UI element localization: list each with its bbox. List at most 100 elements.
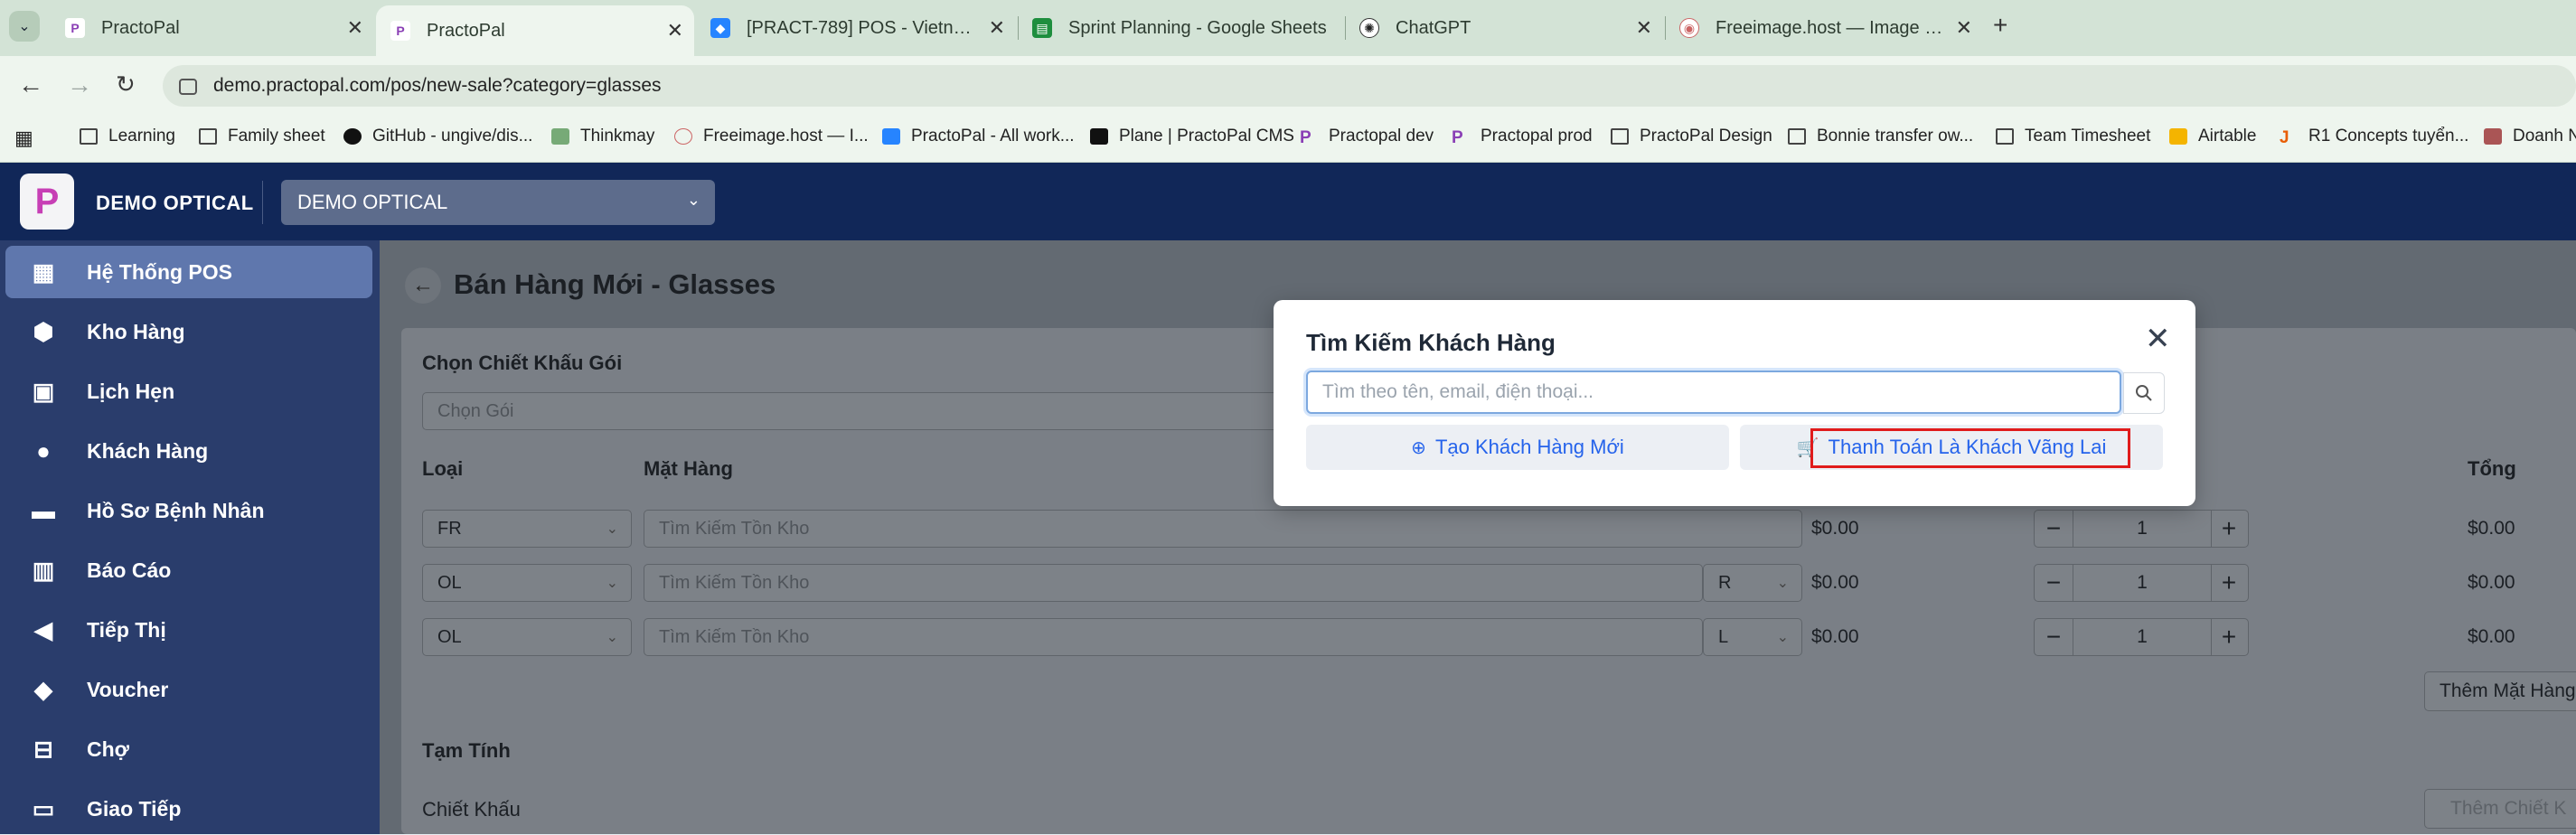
bookmark-link[interactable]: Doanh N <box>2484 127 2576 146</box>
sidebar-item-market[interactable]: ⊟ Chợ <box>5 723 372 775</box>
close-icon[interactable]: ✕ <box>2145 324 2171 354</box>
discount-package-select[interactable]: Chọn Gói <box>422 392 1290 430</box>
sidebar-item-voucher[interactable]: ◆ Voucher <box>5 663 372 716</box>
github-icon <box>343 128 362 145</box>
org-selector[interactable]: DEMO OPTICAL ⌄ <box>281 180 715 225</box>
folder-icon <box>1996 128 2014 145</box>
plus-icon[interactable]: + <box>2210 619 2248 655</box>
sidebar-item-appointments[interactable]: ▣ Lịch Hẹn <box>5 365 372 418</box>
browser-tab[interactable]: ◉ Freeimage.host — Image Hostin ✕ <box>1665 5 1983 51</box>
bookmark-folder[interactable]: Team Timesheet <box>1996 127 2150 146</box>
bar-chart-icon: ▥ <box>32 556 55 584</box>
sidebar-item-label: Lịch Hẹn <box>87 379 175 403</box>
type-select[interactable]: OL ⌄ <box>422 564 632 602</box>
tab-search-dropdown[interactable]: ⌄ <box>9 11 40 42</box>
bookmark-link[interactable]: Airtable <box>2169 127 2256 146</box>
close-icon[interactable]: ✕ <box>667 19 683 42</box>
bookmark-link[interactable]: P Practopal prod <box>1452 127 1593 147</box>
create-customer-button[interactable]: ⊕ Tạo Khách Hàng Mới <box>1306 425 1729 470</box>
url-field[interactable]: demo.practopal.com/pos/new-sale?category… <box>163 65 2576 107</box>
quantity-value[interactable]: 1 <box>2073 619 2212 655</box>
back-arrow-icon[interactable]: ← <box>18 70 43 99</box>
bookmark-link[interactable]: Freeimage.host — I... <box>674 127 869 146</box>
jira-favicon-icon: ◆ <box>710 18 730 38</box>
sidebar-item-label: Chợ <box>87 736 130 761</box>
sidebar-item-marketing[interactable]: ◀ Tiếp Thị <box>5 604 372 656</box>
eye-select[interactable]: R ⌄ <box>1703 564 1802 602</box>
site-info-icon[interactable] <box>179 79 197 95</box>
plus-icon[interactable]: + <box>2210 565 2248 601</box>
practopal-favicon-icon: P <box>390 21 410 41</box>
sidebar-item-customers[interactable]: ● Khách Hàng <box>5 425 372 477</box>
forward-arrow-icon: → <box>67 70 92 99</box>
sidebar-item-patient-records[interactable]: ▬ Hồ Sơ Bệnh Nhân <box>5 484 372 537</box>
inventory-search-input[interactable]: Tìm Kiếm Tồn Kho <box>644 564 1703 602</box>
folder-icon <box>80 128 98 145</box>
bookmark-label: Family sheet <box>228 127 325 145</box>
bookmark-folder[interactable]: Family sheet <box>199 127 325 146</box>
sidebar: ▦ Hệ Thống POS ⬢ Kho Hàng ▣ Lịch Hẹn ● Khách… <box>0 240 380 834</box>
bookmark-link[interactable]: Thinkmay <box>551 127 654 146</box>
sidebar-item-pos[interactable]: ▦ Hệ Thống POS <box>5 246 372 298</box>
cart-icon: ⊟ <box>33 735 53 763</box>
minus-icon[interactable]: − <box>2035 511 2073 547</box>
bookmark-folder[interactable]: PractoPal Design <box>1611 127 1772 146</box>
close-icon[interactable]: ✕ <box>989 16 1005 40</box>
minus-icon[interactable]: − <box>2035 619 2073 655</box>
inventory-search-input[interactable]: Tìm Kiếm Tồn Kho <box>644 510 1802 548</box>
close-icon[interactable]: ✕ <box>347 16 363 40</box>
bookmarks-bar: ▦ Learning Family sheet GitHub - ungive/… <box>0 116 2576 163</box>
plus-circle-icon: ⊕ <box>1411 437 1426 458</box>
browser-tab[interactable]: ▤ Sprint Planning - Google Sheets <box>1018 5 1345 51</box>
bookmark-link[interactable]: P Practopal dev <box>1300 127 1434 147</box>
column-header-type: Loại <box>422 457 464 480</box>
bookmark-link[interactable]: PractoPal - All work... <box>882 127 1075 146</box>
search-icon[interactable] <box>2123 372 2165 414</box>
minus-icon[interactable]: − <box>2035 565 2073 601</box>
close-icon[interactable]: ✕ <box>1636 16 1652 40</box>
plus-icon[interactable]: + <box>2210 511 2248 547</box>
bookmark-label: Practopal prod <box>1481 127 1593 145</box>
add-item-button[interactable]: Thêm Mặt Hàng <box>2424 671 2576 711</box>
bookmark-folder[interactable]: Learning <box>80 127 175 146</box>
type-select[interactable]: OL ⌄ <box>422 618 632 656</box>
back-arrow-icon[interactable]: ← <box>405 267 441 304</box>
quantity-stepper[interactable]: −1 + <box>2034 510 2249 548</box>
sidebar-item-communication[interactable]: ▭ Giao Tiếp <box>5 783 372 835</box>
column-header-total: Tổng <box>2468 457 2516 480</box>
highlight-box <box>1810 428 2130 468</box>
practopal-icon: P <box>1452 128 1463 147</box>
browser-tab-active[interactable]: P PractoPal ✕ <box>376 5 694 56</box>
browser-tab[interactable]: ◆ [PRACT-789] POS - Vietnamese ✕ <box>696 5 1016 51</box>
bookmark-link[interactable]: Plane | PractoPal CMS <box>1090 127 1294 146</box>
quantity-value[interactable]: 1 <box>2073 511 2212 547</box>
browser-tab[interactable]: ✺ ChatGPT ✕ <box>1345 5 1663 51</box>
customer-search-input[interactable] <box>1306 371 2121 414</box>
sidebar-item-reports[interactable]: ▥ Báo Cáo <box>5 544 372 596</box>
sidebar-item-inventory[interactable]: ⬢ Kho Hàng <box>5 305 372 358</box>
discount-package-label: Chọn Chiết Khấu Gói <box>422 352 623 374</box>
sidebar-item-label: Hệ Thống POS <box>87 259 232 284</box>
quantity-stepper[interactable]: −1 + <box>2034 564 2249 602</box>
sidebar-item-label: Khách Hàng <box>87 438 209 463</box>
apps-grid-icon[interactable]: ▦ <box>14 127 33 150</box>
browser-tab[interactable]: P PractoPal ✕ <box>51 5 374 51</box>
megaphone-icon: ◀ <box>34 615 52 643</box>
close-icon[interactable]: ✕ <box>1956 16 1972 40</box>
quantity-stepper[interactable]: −1 + <box>2034 618 2249 656</box>
reload-icon[interactable]: ↻ <box>116 70 136 99</box>
bookmark-label: Doanh N <box>2513 127 2576 145</box>
bookmark-link[interactable]: J R1 Concepts tuyển... <box>2280 127 2468 147</box>
inventory-search-placeholder: Tìm Kiếm Tồn Kho <box>659 626 810 647</box>
type-select[interactable]: FR ⌄ <box>422 510 632 548</box>
bookmark-link[interactable]: GitHub - ungive/dis... <box>343 127 532 146</box>
practopal-icon: P <box>1300 128 1312 147</box>
quantity-value[interactable]: 1 <box>2073 565 2212 601</box>
inventory-search-input[interactable]: Tìm Kiếm Tồn Kho <box>644 618 1703 656</box>
bookmark-folder[interactable]: Bonnie transfer ow... <box>1788 127 1973 146</box>
chevron-down-icon: ⌄ <box>686 191 700 209</box>
add-discount-button[interactable]: Thêm Chiết K <box>2424 789 2576 829</box>
eye-select[interactable]: L ⌄ <box>1703 618 1802 656</box>
sidebar-item-label: Tiếp Thị <box>87 617 166 642</box>
new-tab-plus-icon[interactable]: + <box>1993 11 2007 40</box>
